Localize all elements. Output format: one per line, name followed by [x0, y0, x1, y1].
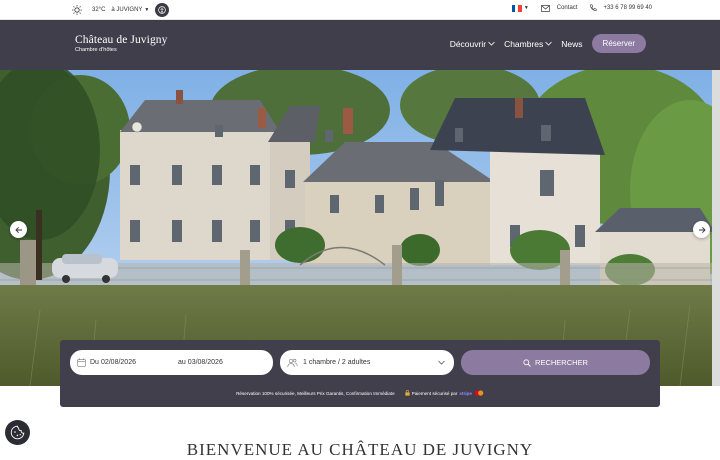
weather-sun-icon	[72, 5, 82, 15]
top-bar: 32°C à JUVIGNY ▼ ▼ Contact +33 6 78 99 6…	[0, 0, 720, 20]
chevron-down-icon	[545, 41, 553, 46]
nav-rooms-label: Chambres	[504, 38, 544, 49]
hero-slider	[0, 70, 720, 386]
caret-down-icon: ▼	[144, 7, 150, 13]
french-flag-icon	[511, 4, 522, 12]
nav-item-news[interactable]: News	[561, 39, 582, 49]
phone-icon	[590, 4, 597, 11]
date-range-field[interactable]: Du 02/08/2026 au 03/08/2026	[70, 350, 273, 375]
stripe-logo: stripe	[459, 390, 472, 396]
nav-item-discover[interactable]: Découvrir	[450, 39, 495, 49]
temperature: 32°C	[92, 7, 106, 13]
main-navbar: Château de Juvigny Chambre d'hôtes Décou…	[0, 20, 720, 70]
arrow-right-icon	[698, 226, 706, 233]
cookie-icon	[10, 425, 25, 440]
phone-number: +33 6 78 99 69 40	[603, 5, 652, 11]
assurance-text: Réservation 100% sécurisée, Meilleurs Pr…	[236, 390, 395, 396]
from-date: 02/08/2026	[100, 359, 136, 366]
brand-logo[interactable]: Château de Juvigny Chambre d'hôtes	[75, 34, 168, 53]
secure-payment-text: Paiement sécurisé par	[411, 390, 458, 396]
guests-icon	[287, 358, 298, 367]
chateau-photo	[0, 70, 720, 386]
book-button[interactable]: Réserver	[591, 34, 646, 53]
calendar-icon	[77, 358, 86, 367]
to-date: 03/08/2026	[187, 359, 223, 366]
accessibility-icon	[158, 6, 167, 14]
search-label: RECHERCHER	[535, 358, 588, 367]
slider-prev-button[interactable]	[10, 221, 27, 238]
chevron-down-icon	[438, 360, 445, 365]
guests-selector[interactable]: 1 chambre / 2 adultes	[280, 350, 454, 375]
phone-link[interactable]: +33 6 78 99 69 40	[589, 4, 652, 12]
secure-payment: Paiement sécurisé par stripe	[405, 390, 484, 396]
contact-link[interactable]: Contact	[540, 4, 578, 12]
contact-label: Contact	[556, 5, 578, 11]
chevron-down-icon	[488, 41, 495, 46]
brand-subtitle: Chambre d'hôtes	[75, 47, 117, 53]
accessibility-button[interactable]	[155, 3, 170, 17]
caret-down-icon: ▼	[523, 5, 529, 11]
mastercard-icon	[474, 390, 484, 396]
from-label: Du	[90, 359, 99, 366]
booking-search-bar: Du 02/08/2026 au 03/08/2026 1 chambre / …	[60, 340, 660, 407]
envelope-icon	[540, 4, 550, 12]
search-icon	[523, 358, 531, 367]
brand-name: Château de Juvigny	[75, 34, 168, 46]
welcome-heading: BIENVENUE AU CHÂTEAU DE JUVIGNY	[186, 440, 534, 459]
to-label: au	[178, 359, 186, 366]
nav-discover-label: Découvrir	[449, 38, 487, 49]
guests-value: 1 chambre / 2 adultes	[303, 359, 371, 366]
language-selector[interactable]: ▼	[511, 4, 529, 12]
search-button[interactable]: RECHERCHER	[461, 350, 650, 375]
nav-item-rooms[interactable]: Chambres	[504, 38, 553, 49]
arrow-left-icon	[14, 226, 22, 233]
lock-icon	[405, 390, 410, 396]
booking-assurance: Réservation 100% sécurisée, Meilleurs Pr…	[60, 390, 660, 396]
location-label: à JUVIGNY	[111, 7, 143, 13]
slider-next-button[interactable]	[693, 221, 710, 238]
location-selector[interactable]: à JUVIGNY ▼	[111, 7, 149, 13]
